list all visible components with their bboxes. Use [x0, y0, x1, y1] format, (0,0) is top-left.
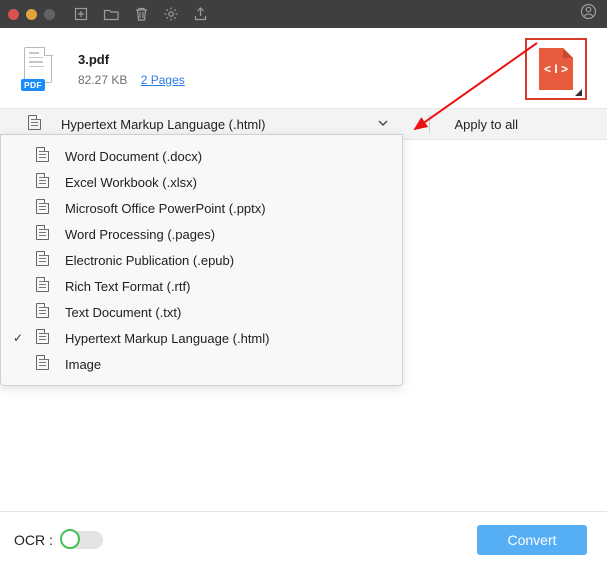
format-dropdown: Word Document (.docx) Excel Workbook (.x…	[0, 134, 403, 386]
pdf-badge: PDF	[21, 79, 45, 91]
format-option-label: Text Document (.txt)	[65, 305, 181, 320]
convert-button[interactable]: Convert	[477, 525, 587, 555]
doc-icon	[31, 173, 53, 191]
apply-to-all-button[interactable]: Apply to all	[454, 117, 518, 132]
format-option-label: Image	[65, 357, 101, 372]
file-name: 3.pdf	[78, 52, 185, 67]
doc-icon	[31, 147, 53, 165]
html-glyph: < I >	[544, 62, 568, 76]
doc-icon	[31, 225, 53, 243]
close-window-icon[interactable]	[8, 9, 19, 20]
format-option-label: Word Document (.docx)	[65, 149, 202, 164]
add-file-icon[interactable]	[73, 6, 89, 22]
doc-icon	[31, 329, 53, 347]
format-option-label: Hypertext Markup Language (.html)	[65, 331, 269, 346]
format-select[interactable]: Hypertext Markup Language (.html)	[61, 117, 265, 132]
file-size: 82.27 KB	[78, 73, 127, 87]
ocr-label: OCR :	[14, 532, 53, 548]
format-option[interactable]: Electronic Publication (.epub)	[1, 247, 402, 273]
dropdown-corner-icon	[575, 89, 582, 96]
format-icon	[28, 115, 41, 133]
check-icon: ✓	[11, 331, 25, 345]
format-option-label: Microsoft Office PowerPoint (.pptx)	[65, 201, 266, 216]
doc-icon	[31, 303, 53, 321]
doc-icon	[31, 277, 53, 295]
format-option[interactable]: Rich Text Format (.rtf)	[1, 273, 402, 299]
format-option-label: Word Processing (.pages)	[65, 227, 215, 242]
export-icon[interactable]	[193, 6, 208, 22]
format-option-label: Rich Text Format (.rtf)	[65, 279, 190, 294]
doc-icon	[31, 199, 53, 217]
doc-icon	[31, 251, 53, 269]
output-format-tile[interactable]: < I >	[525, 38, 587, 100]
file-row: PDF 3.pdf 82.27 KB 2 Pages < I >	[0, 28, 607, 108]
file-meta: 3.pdf 82.27 KB 2 Pages	[78, 52, 185, 87]
format-option[interactable]: Image	[1, 351, 402, 377]
format-option[interactable]: Microsoft Office PowerPoint (.pptx)	[1, 195, 402, 221]
chevron-down-icon[interactable]	[377, 117, 389, 132]
format-option-label: Electronic Publication (.epub)	[65, 253, 234, 268]
pages-link[interactable]: 2 Pages	[141, 73, 185, 87]
account-icon[interactable]	[580, 3, 597, 25]
ocr-toggle[interactable]	[61, 531, 103, 549]
format-option[interactable]: Word Document (.docx)	[1, 143, 402, 169]
format-option-label: Excel Workbook (.xlsx)	[65, 175, 197, 190]
trash-icon[interactable]	[134, 6, 149, 22]
window-controls	[8, 9, 55, 20]
titlebar	[0, 0, 607, 28]
minimize-window-icon[interactable]	[26, 9, 37, 20]
fullscreen-window-icon[interactable]	[44, 9, 55, 20]
folder-icon[interactable]	[103, 6, 120, 22]
pdf-file-icon: PDF	[24, 47, 60, 91]
format-option[interactable]: ✓ Hypertext Markup Language (.html)	[1, 325, 402, 351]
format-option[interactable]: Excel Workbook (.xlsx)	[1, 169, 402, 195]
toggle-knob	[60, 529, 80, 549]
format-option[interactable]: Word Processing (.pages)	[1, 221, 402, 247]
doc-icon	[31, 355, 53, 373]
gear-icon[interactable]	[163, 6, 179, 22]
bottom-bar: OCR : Convert	[0, 511, 607, 567]
format-option[interactable]: Text Document (.txt)	[1, 299, 402, 325]
divider	[429, 115, 430, 133]
